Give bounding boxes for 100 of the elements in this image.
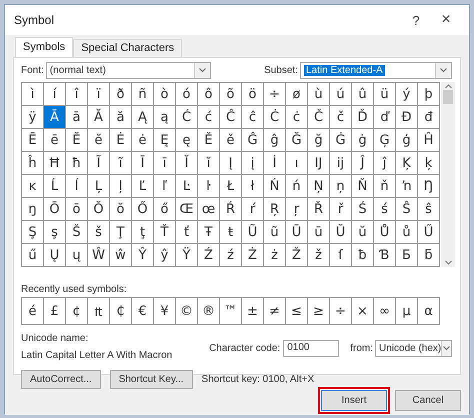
tab[interactable]: Symbols [15,37,74,57]
symbol-cell[interactable]: Ļ [88,175,109,197]
symbol-cell[interactable]: Ŷ [132,244,153,266]
symbol-cell[interactable]: Ĩ [88,152,109,174]
symbol-cell[interactable]: ŵ [110,244,131,266]
symbol-cell[interactable]: ź [220,244,241,266]
symbol-cell[interactable]: ö [242,83,263,105]
symbol-cell[interactable]: ó [176,83,197,105]
symbol-cell[interactable]: Ő [132,198,153,220]
symbol-cell[interactable]: ō [66,198,87,220]
symbol-cell[interactable]: ľ [154,175,175,197]
symbol-cell[interactable]: ģ [396,129,417,151]
symbol-cell[interactable]: ĝ [264,129,285,151]
recent-symbol[interactable]: × [352,298,373,324]
symbol-cell[interactable]: Ř [308,198,329,220]
symbol-cell[interactable]: Ŕ [220,198,241,220]
symbol-cell[interactable]: Č [308,106,329,128]
symbol-cell[interactable]: ĩ [110,152,131,174]
symbol-cell[interactable]: ż [264,244,285,266]
symbol-cell[interactable]: į [242,152,263,174]
symbol-cell[interactable]: ĉ [242,106,263,128]
subset-dropdown[interactable]: Latin Extended-A [300,62,452,79]
symbol-cell[interactable]: Ġ [330,129,351,151]
symbol-cell[interactable]: ų [66,244,87,266]
recent-symbol[interactable]: µ [396,298,417,324]
symbol-cell[interactable]: œ [198,198,219,220]
autocorrect-button[interactable]: AutoCorrect... [21,370,101,389]
symbol-cell[interactable]: ñ [132,83,153,105]
symbol-cell[interactable]: ă [110,106,131,128]
symbol-cell[interactable]: Ŭ [330,221,351,243]
symbol-cell[interactable]: Œ [176,198,197,220]
symbol-cell[interactable]: ŕ [242,198,263,220]
symbol-cell[interactable]: ĵ [374,152,395,174]
symbol-cell[interactable]: č [330,106,351,128]
symbol-cell[interactable]: ŭ [352,221,373,243]
symbol-cell[interactable]: Ŗ [264,198,285,220]
symbol-cell[interactable]: Ņ [308,175,329,197]
symbol-cell[interactable]: ā [66,106,87,128]
symbol-cell[interactable]: ƀ [352,244,373,266]
symbol-cell[interactable]: Ğ [286,129,307,151]
symbol-cell[interactable]: ť [176,221,197,243]
character-code-field[interactable]: 0100 [283,340,340,357]
symbol-cell[interactable]: Ĳ [308,152,329,174]
symbol-cell[interactable]: ú [330,83,351,105]
symbol-cell[interactable]: Ĺ [44,175,65,197]
symbol-cell[interactable]: ù [308,83,329,105]
symbol-cell[interactable]: Ŵ [88,244,109,266]
symbol-cell[interactable]: ħ [66,152,87,174]
symbol-cell[interactable]: ŀ [198,175,219,197]
recent-symbol[interactable]: ± [242,298,263,324]
symbol-cell[interactable]: ķ [418,152,439,174]
recent-symbol[interactable]: α [418,298,439,324]
symbol-cell[interactable]: Ţ [110,221,131,243]
symbol-cell[interactable]: Į [220,152,241,174]
symbol-cell[interactable]: Ű [418,221,439,243]
symbol-cell[interactable]: Ě [198,129,219,151]
symbol-cell[interactable]: ů [396,221,417,243]
symbol-cell[interactable]: Ĕ [66,129,87,151]
symbol-cell[interactable]: ļ [110,175,131,197]
symbol-cell[interactable]: Ħ [44,152,65,174]
symbol-cell[interactable]: ſ [330,244,351,266]
insert-button[interactable]: Insert [321,390,387,411]
shortcut-key-button[interactable]: Shortcut Key... [110,370,193,389]
font-dropdown[interactable]: (normal text) [46,62,211,79]
symbol-cell[interactable]: ć [198,106,219,128]
symbol-cell[interactable]: Ŧ [198,221,219,243]
scroll-up-icon[interactable] [444,84,452,89]
recent-symbol[interactable]: é [22,298,43,324]
symbol-cell[interactable]: ƃ [418,244,439,266]
symbol-cell[interactable]: ď [374,106,395,128]
symbol-cell[interactable]: ň [374,175,395,197]
symbol-cell[interactable]: Ń [264,175,285,197]
symbol-cell[interactable]: Ķ [396,152,417,174]
symbol-cell[interactable]: Ę [154,129,175,151]
recent-symbol[interactable]: ₵ [110,298,131,324]
symbol-cell[interactable]: û [352,83,373,105]
symbol-cell[interactable]: î [66,83,87,105]
symbol-cell[interactable]: ł [242,175,263,197]
symbol-cell[interactable]: Ŀ [176,175,197,197]
symbol-cell[interactable]: Ā [44,106,65,128]
symbol-cell[interactable]: ū [308,221,329,243]
symbol-cell[interactable]: Ŋ [418,175,439,197]
symbol-cell[interactable]: Ō [44,198,65,220]
symbol-cell[interactable]: ī [154,152,175,174]
recent-symbol[interactable]: ¥ [154,298,175,324]
recent-symbol[interactable]: © [176,298,197,324]
symbol-cell[interactable]: Ş [22,221,43,243]
symbol-cell[interactable]: Ť [154,221,175,243]
symbol-cell[interactable]: ĸ [22,175,43,197]
tab[interactable]: Special Characters [73,39,182,57]
symbol-cell[interactable]: š [88,221,109,243]
symbol-cell[interactable]: ġ [352,129,373,151]
symbol-cell[interactable]: Ɓ [374,244,395,266]
symbol-cell[interactable]: ĥ [22,152,43,174]
scroll-down-icon[interactable] [444,260,452,265]
symbol-cell[interactable]: ű [22,244,43,266]
symbol-cell[interactable]: Ĵ [352,152,373,174]
symbol-cell[interactable]: ğ [308,129,329,151]
symbol-cell[interactable]: ò [154,83,175,105]
symbol-cell[interactable]: Ż [242,244,263,266]
